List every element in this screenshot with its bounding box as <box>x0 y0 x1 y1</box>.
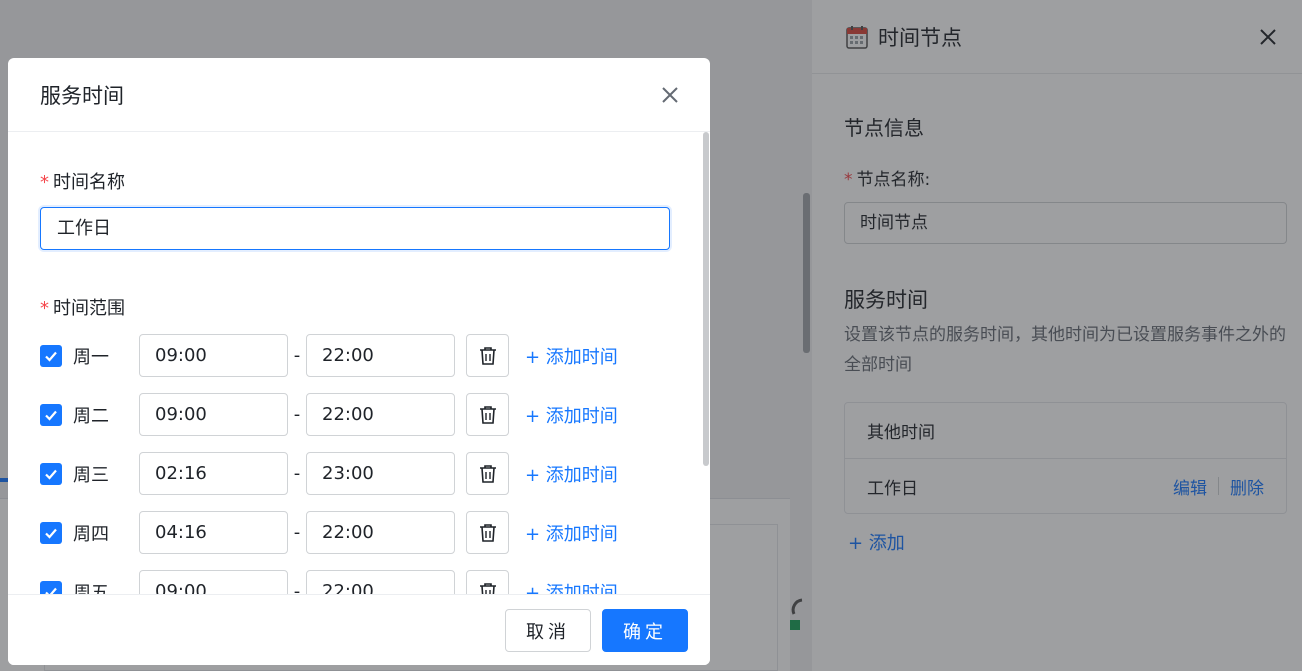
service-time-title: 服务时间 <box>844 288 928 312</box>
node-name-input[interactable]: 时间节点 <box>844 202 1287 244</box>
end-time-input[interactable]: 22:00 <box>306 570 455 594</box>
modal-body: * 时间名称 工作日 * 时间范围 周一 09:00 - 22:00 + 添加时间 … <box>8 132 710 594</box>
check-icon <box>45 351 57 362</box>
service-time-description: 设置该节点的服务时间，其他时间为已设置服务事件之外的全部时间 <box>844 325 1286 375</box>
delete-time-button[interactable] <box>466 452 509 495</box>
list-item: 工作日 编辑 删除 <box>845 458 1286 513</box>
modal-footer: 取消 确定 <box>8 594 710 665</box>
trash-icon <box>479 523 496 542</box>
service-time-list: 其他时间 工作日 编辑 删除 <box>844 402 1287 514</box>
start-time-input[interactable]: 09:00 <box>139 393 288 436</box>
divider <box>1218 477 1219 495</box>
range-separator: - <box>293 522 301 543</box>
start-time-input[interactable]: 09:00 <box>139 570 288 594</box>
delete-time-button[interactable] <box>466 393 509 436</box>
add-time-link[interactable]: + 添加时间 <box>525 402 618 428</box>
check-icon <box>45 410 57 421</box>
delete-link[interactable]: 删除 <box>1230 474 1264 499</box>
trash-icon <box>479 582 496 594</box>
day-label: 周三 <box>73 464 109 486</box>
close-icon[interactable] <box>1256 25 1280 49</box>
section-title: 节点信息 <box>844 116 924 140</box>
day-checkbox[interactable] <box>40 462 62 485</box>
check-icon <box>45 469 57 480</box>
day-row: 周一 09:00 - 22:00 + 添加时间 <box>40 334 710 377</box>
cancel-button[interactable]: 取消 <box>505 609 591 652</box>
drawer-header: 时间节点 <box>812 0 1302 74</box>
day-checkbox[interactable] <box>40 580 62 594</box>
modal-title: 服务时间 <box>40 83 124 108</box>
drawer-title: 时间节点 <box>878 25 962 50</box>
trash-icon <box>479 346 496 365</box>
modal-scrollbar[interactable] <box>703 132 709 466</box>
day-row: 周二 09:00 - 22:00 + 添加时间 <box>40 393 710 436</box>
time-name-input[interactable]: 工作日 <box>40 207 670 250</box>
day-row: 周五 09:00 - 22:00 + 添加时间 <box>40 570 710 594</box>
check-icon <box>45 587 57 594</box>
node-drawer: 时间节点 节点信息 * 节点名称: 时间节点 服务时间 设置该节点的服务时间，其他… <box>812 0 1302 671</box>
edit-link[interactable]: 编辑 <box>1173 474 1207 499</box>
range-separator: - <box>293 463 301 484</box>
trash-icon <box>479 464 496 483</box>
add-time-link[interactable]: + 添加时间 <box>525 520 618 546</box>
range-separator: - <box>293 581 301 594</box>
day-row: 周四 04:16 - 22:00 + 添加时间 <box>40 511 710 554</box>
modal-header: 服务时间 <box>8 58 710 132</box>
confirm-button[interactable]: 确定 <box>602 609 688 652</box>
day-label: 周五 <box>73 582 109 595</box>
day-checkbox[interactable] <box>40 403 62 426</box>
day-label: 周一 <box>73 346 109 368</box>
end-time-input[interactable]: 22:00 <box>306 393 455 436</box>
time-range-label: * 时间范围 <box>40 298 125 319</box>
end-time-input[interactable]: 22:00 <box>306 511 455 554</box>
delete-time-button[interactable] <box>466 511 509 554</box>
close-icon[interactable] <box>658 83 682 107</box>
add-time-link[interactable]: + 添加时间 <box>525 461 618 487</box>
range-separator: - <box>293 404 301 425</box>
end-time-input[interactable]: 23:00 <box>306 452 455 495</box>
start-time-input[interactable]: 09:00 <box>139 334 288 377</box>
service-time-name: 工作日 <box>867 478 918 499</box>
canvas-scrollbar[interactable] <box>803 193 810 353</box>
end-time-input[interactable]: 22:00 <box>306 334 455 377</box>
start-time-input[interactable]: 04:16 <box>139 511 288 554</box>
trash-icon <box>479 405 496 424</box>
delete-time-button[interactable] <box>466 334 509 377</box>
add-service-time-button[interactable]: + 添加 <box>844 529 905 555</box>
calendar-icon <box>846 25 868 49</box>
node-name-label: * 节点名称: <box>844 170 931 190</box>
start-time-input[interactable]: 02:16 <box>139 452 288 495</box>
list-item: 其他时间 <box>845 403 1286 458</box>
add-time-link[interactable]: + 添加时间 <box>525 579 618 595</box>
service-time-modal: 服务时间 * 时间名称 工作日 * 时间范围 周一 09:00 - 22:00 + … <box>8 58 710 665</box>
delete-time-button[interactable] <box>466 570 509 594</box>
day-label: 周二 <box>73 405 109 427</box>
day-checkbox[interactable] <box>40 521 62 544</box>
range-separator: - <box>293 345 301 366</box>
service-time-name: 其他时间 <box>867 423 935 443</box>
day-row: 周三 02:16 - 23:00 + 添加时间 <box>40 452 710 495</box>
day-rows: 周一 09:00 - 22:00 + 添加时间 周二 09:00 - 22:00… <box>40 334 710 594</box>
check-icon <box>45 528 57 539</box>
time-name-label: * 时间名称 <box>40 172 125 193</box>
add-time-link[interactable]: + 添加时间 <box>525 343 618 369</box>
day-checkbox[interactable] <box>40 344 62 367</box>
day-label: 周四 <box>73 523 109 545</box>
